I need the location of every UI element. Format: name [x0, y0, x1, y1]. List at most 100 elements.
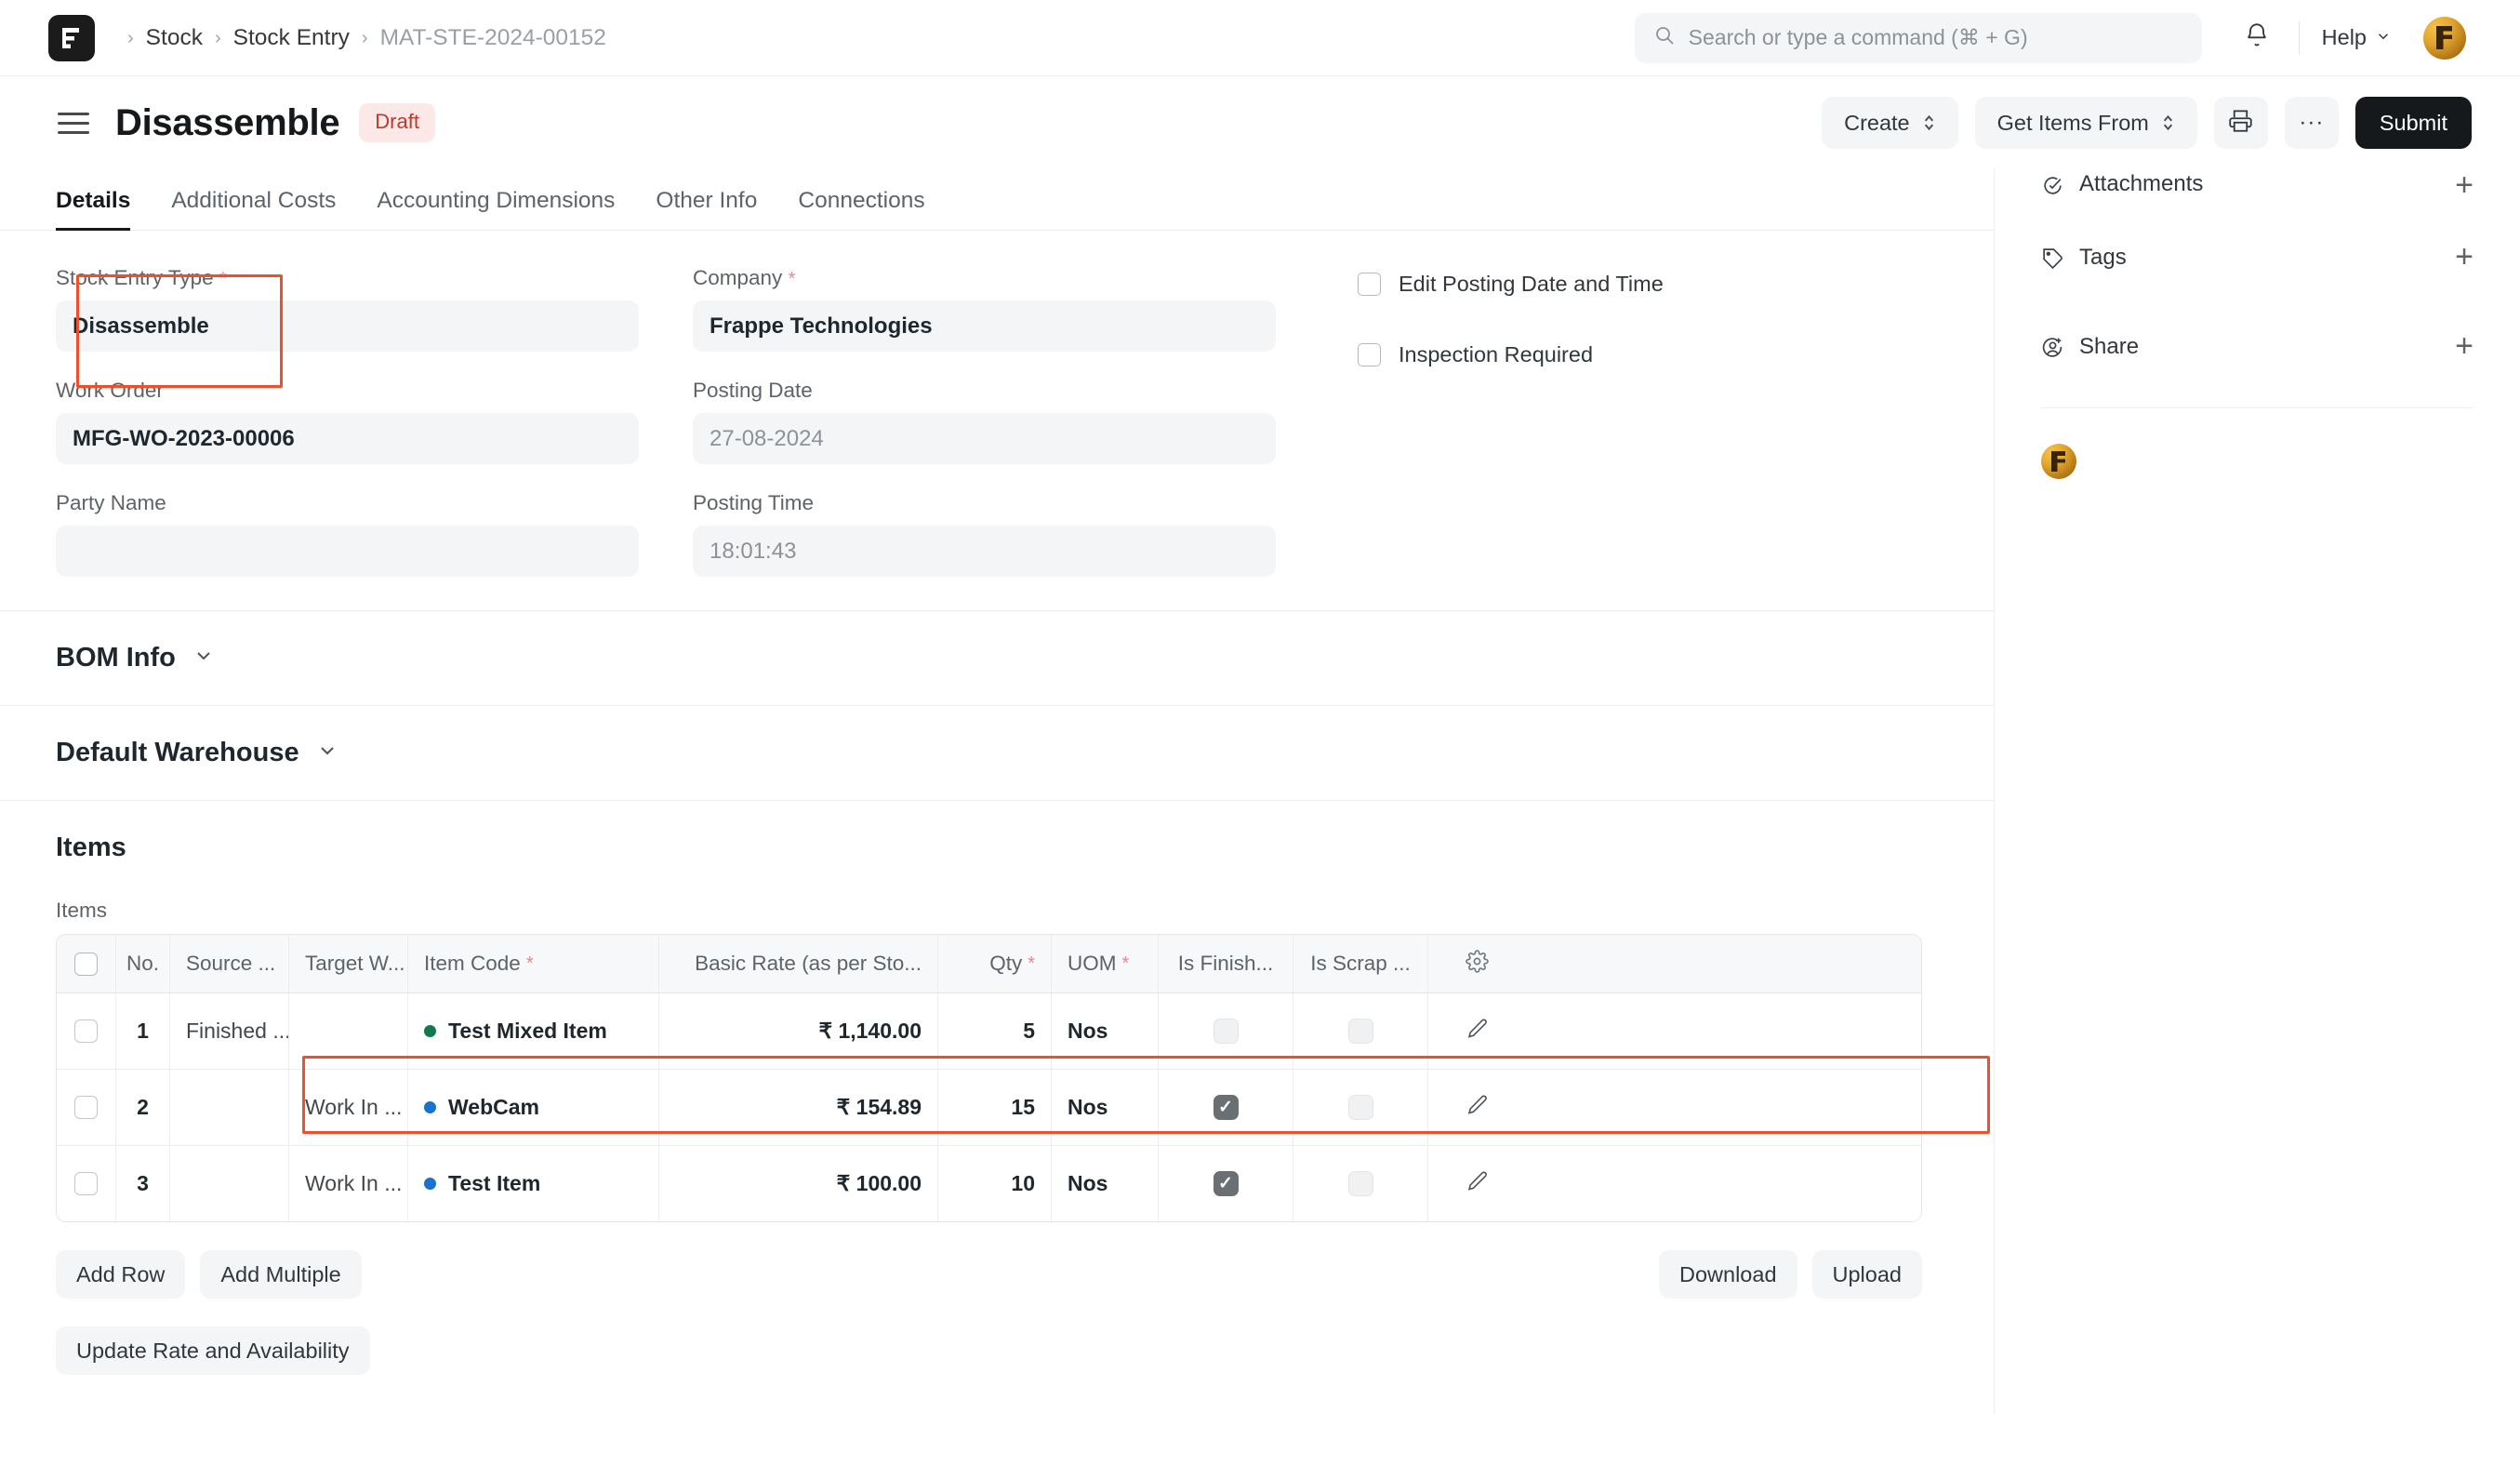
tab-connections[interactable]: Connections [777, 188, 945, 230]
cell-target-warehouse[interactable] [289, 993, 408, 1069]
cell-basic-rate[interactable]: ₹ 154.89 [659, 1070, 938, 1145]
tab-accounting-dimensions[interactable]: Accounting Dimensions [356, 188, 635, 230]
cell-source-warehouse[interactable] [170, 1146, 289, 1221]
cell-is-scrap-item[interactable] [1293, 993, 1428, 1069]
tab-other-info[interactable]: Other Info [635, 188, 777, 230]
is-scrap-item-checkbox[interactable] [1347, 1019, 1373, 1044]
row-select-cell[interactable] [57, 1070, 116, 1145]
cell-is-finished-item[interactable] [1159, 993, 1293, 1069]
field-inspection-required[interactable]: Inspection Required [1358, 342, 1664, 367]
work-order-input[interactable] [56, 413, 639, 464]
company-input[interactable] [693, 300, 1276, 352]
cell-basic-rate[interactable]: ₹ 1,140.00 [659, 993, 938, 1069]
cell-is-scrap-item[interactable] [1293, 1070, 1428, 1145]
posting-time-input[interactable] [693, 526, 1276, 577]
global-search[interactable] [1634, 12, 2202, 63]
breadcrumb-item-stock[interactable]: Stock [146, 25, 203, 51]
more-options-button[interactable]: ··· [2284, 97, 2339, 149]
column-header-qty[interactable]: Qty * [938, 935, 1052, 993]
notifications-button[interactable] [2228, 13, 2286, 63]
cell-qty[interactable]: 5 [938, 993, 1052, 1069]
tab-additional-costs[interactable]: Additional Costs [151, 188, 356, 230]
section-bom-info[interactable]: BOM Info [0, 611, 1994, 706]
table-row[interactable]: 2 Work In ... WebCam ₹ 154.89 15 Nos ✓ [57, 1070, 1921, 1146]
cell-is-scrap-item[interactable] [1293, 1146, 1428, 1221]
gear-icon[interactable] [1466, 949, 1489, 979]
cell-source-warehouse[interactable] [170, 1070, 289, 1145]
posting-date-input[interactable] [693, 413, 1276, 464]
get-items-from-button[interactable]: Get Items From [1974, 97, 2197, 149]
create-button[interactable]: Create [1822, 97, 1958, 149]
cell-uom[interactable]: Nos [1052, 1070, 1159, 1145]
cell-edit-row[interactable] [1428, 1146, 1526, 1221]
submit-button[interactable]: Submit [2354, 97, 2472, 149]
row-checkbox[interactable] [74, 1019, 98, 1043]
row-checkbox[interactable] [74, 1096, 98, 1119]
cell-target-warehouse[interactable]: Work In ... [289, 1070, 408, 1145]
table-row[interactable]: 3 Work In ... Test Item ₹ 100.00 10 Nos … [57, 1146, 1921, 1221]
help-menu[interactable]: Help [2313, 18, 2401, 58]
cell-uom[interactable]: Nos [1052, 993, 1159, 1069]
party-name-input[interactable] [56, 526, 639, 577]
cell-is-finished-item[interactable]: ✓ [1159, 1070, 1293, 1145]
sidebar-toggle-icon[interactable] [58, 112, 93, 134]
is-finished-item-checkbox[interactable]: ✓ [1213, 1171, 1239, 1196]
breadcrumb-item-stock-entry[interactable]: Stock Entry [233, 25, 350, 51]
cell-is-finished-item[interactable]: ✓ [1159, 1146, 1293, 1221]
cell-edit-row[interactable] [1428, 993, 1526, 1069]
edit-posting-date-checkbox[interactable] [1358, 273, 1381, 296]
column-settings-cell[interactable] [1428, 935, 1526, 993]
section-default-warehouse[interactable]: Default Warehouse [0, 706, 1994, 801]
cell-item-code[interactable]: WebCam [408, 1070, 659, 1145]
column-header-is-scrap-item[interactable]: Is Scrap ... [1293, 935, 1428, 993]
cell-source-warehouse[interactable]: Finished ... [170, 993, 289, 1069]
select-all-checkbox[interactable] [74, 952, 98, 976]
column-header-target-warehouse[interactable]: Target W... [289, 935, 408, 993]
is-scrap-item-checkbox[interactable] [1347, 1095, 1373, 1120]
row-select-cell[interactable] [57, 1146, 116, 1221]
sidebar-item-share[interactable]: Share + [2041, 318, 2474, 376]
cell-edit-row[interactable] [1428, 1070, 1526, 1145]
cell-basic-rate[interactable]: ₹ 100.00 [659, 1146, 938, 1221]
tab-details[interactable]: Details [56, 188, 151, 231]
print-button[interactable] [2213, 97, 2268, 149]
cell-qty[interactable]: 10 [938, 1146, 1052, 1221]
row-select-cell[interactable] [57, 993, 116, 1069]
column-header-is-finished-item[interactable]: Is Finish... [1159, 935, 1293, 993]
column-header-no[interactable]: No. [116, 935, 170, 993]
is-finished-item-checkbox[interactable] [1213, 1019, 1239, 1044]
edit-pencil-icon[interactable] [1466, 1170, 1489, 1198]
add-row-button[interactable]: Add Row [56, 1250, 186, 1299]
update-rate-and-availability-button[interactable]: Update Rate and Availability [56, 1326, 370, 1375]
add-share-button[interactable]: + [2455, 330, 2474, 362]
cell-item-code[interactable]: Test Item [408, 1146, 659, 1221]
upload-button[interactable]: Upload [1811, 1250, 1922, 1299]
cell-target-warehouse[interactable]: Work In ... [289, 1146, 408, 1221]
cell-qty[interactable]: 15 [938, 1070, 1052, 1145]
add-attachment-button[interactable]: + [2455, 169, 2474, 197]
add-tag-button[interactable]: + [2455, 241, 2474, 273]
is-finished-item-checkbox[interactable]: ✓ [1213, 1095, 1239, 1120]
is-scrap-item-checkbox[interactable] [1347, 1171, 1373, 1196]
app-logo[interactable] [48, 14, 95, 61]
sidebar-item-attachments[interactable]: Attachments + [2041, 156, 2474, 197]
sidebar-assignee-avatar[interactable] [2041, 444, 2076, 479]
select-all-cell[interactable] [57, 935, 116, 993]
field-edit-posting-date-and-time[interactable]: Edit Posting Date and Time [1358, 272, 1664, 297]
column-header-uom[interactable]: UOM * [1052, 935, 1159, 993]
user-avatar[interactable] [2423, 16, 2466, 60]
row-checkbox[interactable] [74, 1172, 98, 1195]
edit-pencil-icon[interactable] [1466, 1094, 1489, 1122]
table-row[interactable]: 1 Finished ... Test Mixed Item ₹ 1,140.0… [57, 993, 1921, 1070]
edit-pencil-icon[interactable] [1466, 1018, 1489, 1046]
search-input[interactable] [1688, 25, 2183, 50]
cell-uom[interactable]: Nos [1052, 1146, 1159, 1221]
sidebar-item-tags[interactable]: Tags + [2041, 229, 2474, 286]
cell-item-code[interactable]: Test Mixed Item [408, 993, 659, 1069]
column-header-source-warehouse[interactable]: Source ... [170, 935, 289, 993]
column-header-basic-rate[interactable]: Basic Rate (as per Sto... [659, 935, 938, 993]
add-multiple-button[interactable]: Add Multiple [200, 1250, 362, 1299]
stock-entry-type-input[interactable] [56, 300, 639, 352]
inspection-required-checkbox[interactable] [1358, 343, 1381, 366]
download-button[interactable]: Download [1659, 1250, 1797, 1299]
